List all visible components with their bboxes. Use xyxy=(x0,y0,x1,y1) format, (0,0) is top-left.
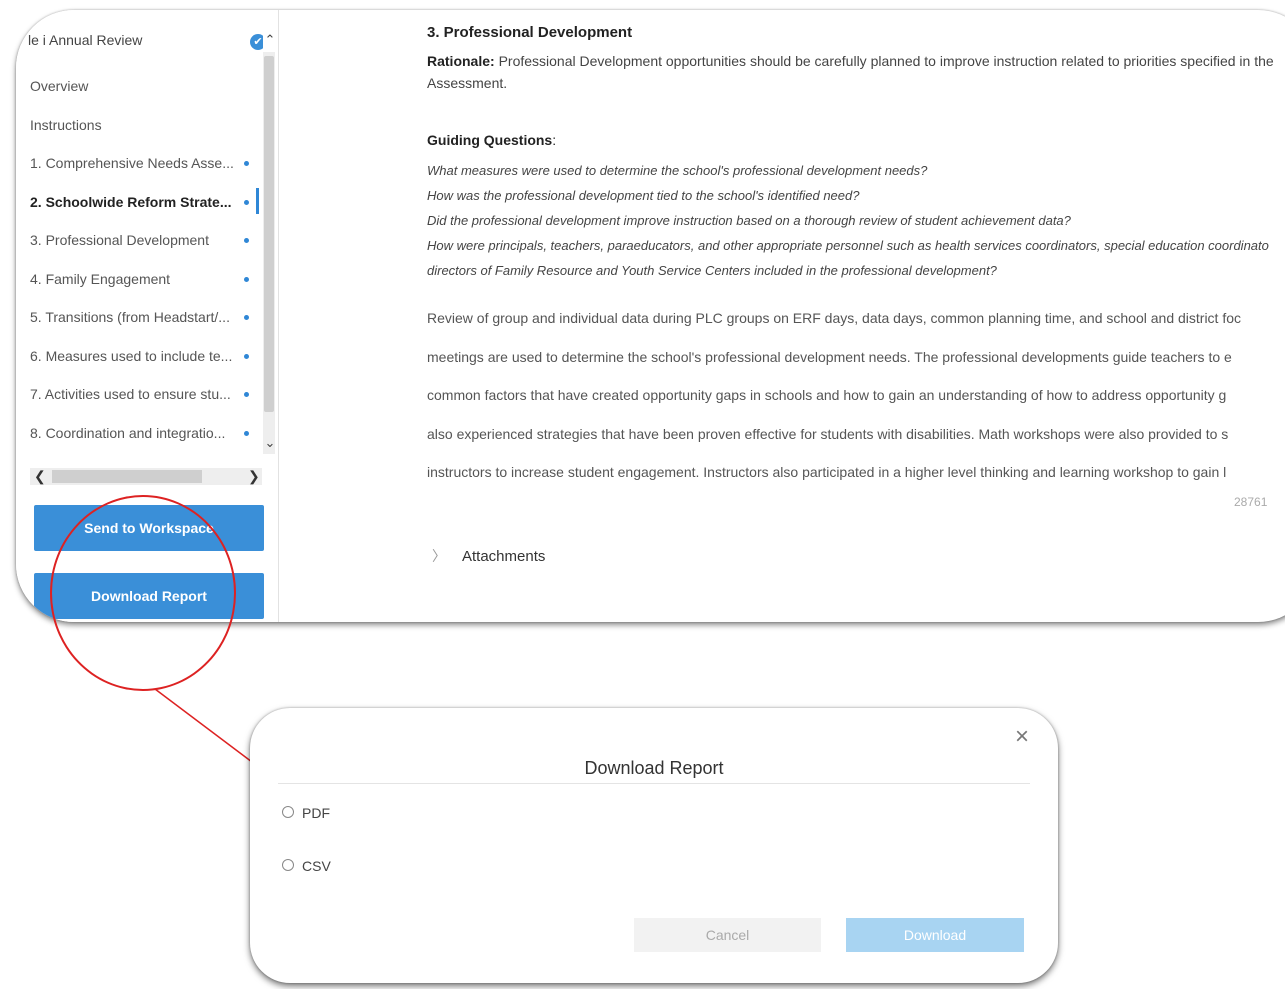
sidebar-item-family-engagement[interactable]: 4. Family Engagement xyxy=(30,267,260,291)
sidebar-item-measures[interactable]: 6. Measures used to include te... xyxy=(30,344,260,368)
response-line: instructors to increase student engageme… xyxy=(427,464,1227,480)
guiding-question: What measures were used to determine the… xyxy=(427,163,928,178)
status-dot-icon xyxy=(244,200,249,205)
callout-circle xyxy=(50,495,236,691)
attachments-toggle[interactable]: 〉 Attachments xyxy=(432,546,545,566)
sidebar-item-activities[interactable]: 7. Activities used to ensure stu... xyxy=(30,382,260,406)
sidebar-item-label: 4. Family Engagement xyxy=(30,271,171,287)
sidebar-item-label: Overview xyxy=(30,78,89,94)
scroll-up-icon[interactable]: ⌃ xyxy=(263,32,277,48)
guiding-questions-list: What measures were used to determine the… xyxy=(427,158,1285,283)
status-dot-icon xyxy=(244,431,249,436)
guiding-question: Did the professional development improve… xyxy=(427,213,1071,228)
response-line: Review of group and individual data duri… xyxy=(427,310,1242,326)
sidebar-item-label: 6. Measures used to include te... xyxy=(30,348,233,364)
radio-option-csv[interactable]: CSV xyxy=(282,856,331,876)
sidebar-item-transitions[interactable]: 5. Transitions (from Headstart/... xyxy=(30,305,260,329)
status-dot-icon xyxy=(244,392,249,397)
chevron-right-icon: 〉 xyxy=(432,548,446,564)
radio-button[interactable] xyxy=(282,859,294,872)
guiding-question: How was the professional development tie… xyxy=(427,188,860,203)
guiding-questions-label: Guiding Questions xyxy=(427,132,553,148)
scroll-right-icon[interactable]: ❯ xyxy=(248,468,260,485)
guiding-question: How were principals, teachers, paraeduca… xyxy=(427,238,1269,253)
sidebar-item-professional-development[interactable]: 3. Professional Development xyxy=(30,228,260,252)
response-line: also experienced strategies that have be… xyxy=(427,425,1229,442)
divider xyxy=(278,783,1030,784)
guiding-questions-colon: : xyxy=(552,132,557,148)
check-circle-icon: ✔ xyxy=(250,34,263,50)
vertical-scrollbar-thumb[interactable] xyxy=(264,56,274,412)
sidebar-list: le i Annual Review ✔ Overview Instructio… xyxy=(16,10,263,465)
status-dot-icon xyxy=(244,161,249,166)
character-count: 28761 xyxy=(1234,495,1268,509)
response-text: Review of group and individual data duri… xyxy=(427,306,1285,499)
sidebar-header: le i Annual Review ✔ xyxy=(28,32,263,52)
sidebar-item-instructions[interactable]: Instructions xyxy=(30,113,260,137)
sidebar-item-label: 3. Professional Development xyxy=(30,232,209,248)
download-button[interactable]: Download xyxy=(846,918,1024,952)
rationale-text: Professional Development opportunities s… xyxy=(494,53,1274,69)
sidebar-item-label: 1. Comprehensive Needs Asse... xyxy=(30,155,234,171)
guiding-questions-title: Guiding Questions: xyxy=(427,132,556,148)
scroll-left-icon[interactable]: ❮ xyxy=(34,468,46,485)
rationale-label: Rationale: xyxy=(427,53,495,69)
horizontal-scrollbar[interactable]: ❮ ❯ xyxy=(30,468,262,485)
radio-button[interactable] xyxy=(282,806,294,819)
response-line: meetings are used to determine the schoo… xyxy=(427,348,1232,365)
scroll-down-icon[interactable]: ⌄ xyxy=(263,435,277,451)
sidebar-item-schoolwide-reform[interactable]: 2. Schoolwide Reform Strate... xyxy=(30,188,260,214)
sidebar-header-label: le i Annual Review xyxy=(28,32,143,48)
sidebar-item-label: 7. Activities used to ensure stu... xyxy=(30,386,231,402)
callout-line xyxy=(154,688,253,763)
active-indicator xyxy=(256,188,259,214)
sidebar-item-coordination[interactable]: 8. Coordination and integratio... xyxy=(30,421,260,445)
status-dot-icon xyxy=(244,238,249,243)
rationale: Rationale: Professional Development oppo… xyxy=(427,50,1285,94)
radio-option-pdf[interactable]: PDF xyxy=(282,803,330,823)
sidebar-item-label: 8. Coordination and integratio... xyxy=(30,425,226,441)
sidebar-item-label: 5. Transitions (from Headstart/... xyxy=(30,309,230,325)
rationale-text-line2: Assessment. xyxy=(427,75,508,91)
close-icon[interactable]: × xyxy=(1015,724,1029,750)
cancel-button[interactable]: Cancel xyxy=(634,918,821,952)
download-report-dialog: × Download Report PDF CSV Cancel Downloa… xyxy=(250,708,1058,983)
sidebar-item-overview[interactable]: Overview xyxy=(30,74,260,98)
sidebar-item-needs-assessment[interactable]: 1. Comprehensive Needs Asse... xyxy=(30,151,260,175)
attachments-label: Attachments xyxy=(462,548,546,565)
radio-label: CSV xyxy=(302,858,331,874)
sidebar-item-label: Instructions xyxy=(30,117,102,133)
status-dot-icon xyxy=(244,315,249,320)
response-line: common factors that have created opportu… xyxy=(427,387,1227,403)
section-title: 3. Professional Development xyxy=(427,24,633,41)
status-dot-icon xyxy=(244,277,249,282)
guiding-question: directors of Family Resource and Youth S… xyxy=(427,263,997,278)
horizontal-scrollbar-thumb[interactable] xyxy=(52,470,202,483)
sidebar-item-label: 2. Schoolwide Reform Strate... xyxy=(30,194,232,210)
main-content: 3. Professional Development Rationale: P… xyxy=(426,10,1285,622)
status-dot-icon xyxy=(244,354,249,359)
radio-label: PDF xyxy=(302,805,330,821)
dialog-title: Download Report xyxy=(584,758,724,778)
